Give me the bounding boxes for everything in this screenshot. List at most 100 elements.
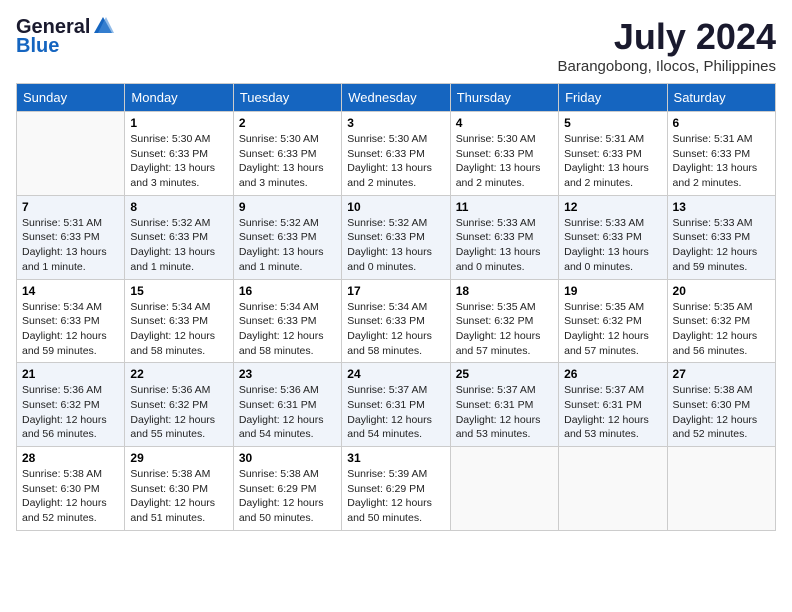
- calendar-cell: 19 Sunrise: 5:35 AM Sunset: 6:32 PM Dayli…: [559, 279, 667, 363]
- day-number: 23: [239, 367, 336, 381]
- calendar-cell: 27 Sunrise: 5:38 AM Sunset: 6:30 PM Dayli…: [667, 363, 775, 447]
- day-number: 6: [673, 116, 770, 130]
- day-number: 2: [239, 116, 336, 130]
- week-row-2: 7 Sunrise: 5:31 AM Sunset: 6:33 PM Daylig…: [17, 195, 776, 279]
- day-info: Sunrise: 5:36 AM Sunset: 6:32 PM Dayligh…: [130, 383, 227, 442]
- day-info: Sunrise: 5:38 AM Sunset: 6:30 PM Dayligh…: [673, 383, 770, 442]
- weekday-header-wednesday: Wednesday: [342, 84, 450, 112]
- day-info: Sunrise: 5:35 AM Sunset: 6:32 PM Dayligh…: [456, 300, 553, 359]
- day-info: Sunrise: 5:30 AM Sunset: 6:33 PM Dayligh…: [130, 132, 227, 191]
- calendar-cell: [17, 112, 125, 196]
- day-number: 14: [22, 284, 119, 298]
- week-row-4: 21 Sunrise: 5:36 AM Sunset: 6:32 PM Dayli…: [17, 363, 776, 447]
- location: Barangobong, Ilocos, Philippines: [558, 58, 776, 75]
- day-number: 30: [239, 451, 336, 465]
- calendar-cell: 22 Sunrise: 5:36 AM Sunset: 6:32 PM Dayli…: [125, 363, 233, 447]
- calendar-cell: 13Sunrise: 5:33 AM Sunset: 6:33 PM Dayli…: [667, 195, 775, 279]
- day-info: Sunrise: 5:32 AM Sunset: 6:33 PM Dayligh…: [347, 216, 444, 275]
- weekday-header-monday: Monday: [125, 84, 233, 112]
- calendar-cell: 23 Sunrise: 5:36 AM Sunset: 6:31 PM Dayli…: [233, 363, 341, 447]
- calendar-cell: 1 Sunrise: 5:30 AM Sunset: 6:33 PM Daylig…: [125, 112, 233, 196]
- day-number: 25: [456, 367, 553, 381]
- day-info: Sunrise: 5:38 AM Sunset: 6:30 PM Dayligh…: [130, 467, 227, 526]
- calendar-cell: 26 Sunrise: 5:37 AM Sunset: 6:31 PM Dayli…: [559, 363, 667, 447]
- calendar-cell: 7 Sunrise: 5:31 AM Sunset: 6:33 PM Daylig…: [17, 195, 125, 279]
- calendar-cell: 11 Sunrise: 5:33 AM Sunset: 6:33 PM Dayli…: [450, 195, 558, 279]
- calendar-cell: 29 Sunrise: 5:38 AM Sunset: 6:30 PM Dayli…: [125, 447, 233, 531]
- logo-icon: [92, 15, 114, 37]
- day-number: 17: [347, 284, 444, 298]
- day-number: 8: [130, 200, 227, 214]
- day-number: 7: [22, 200, 119, 214]
- weekday-header-tuesday: Tuesday: [233, 84, 341, 112]
- day-number: 1: [130, 116, 227, 130]
- weekday-header-saturday: Saturday: [667, 84, 775, 112]
- day-info: Sunrise: 5:38 AM Sunset: 6:29 PM Dayligh…: [239, 467, 336, 526]
- calendar-cell: 20Sunrise: 5:35 AM Sunset: 6:32 PM Dayli…: [667, 279, 775, 363]
- day-info: Sunrise: 5:33 AM Sunset: 6:33 PM Dayligh…: [564, 216, 661, 275]
- day-number: 15: [130, 284, 227, 298]
- day-number: 29: [130, 451, 227, 465]
- day-info: Sunrise: 5:31 AM Sunset: 6:33 PM Dayligh…: [22, 216, 119, 275]
- day-number: 18: [456, 284, 553, 298]
- calendar-cell: 16Sunrise: 5:34 AM Sunset: 6:33 PM Dayli…: [233, 279, 341, 363]
- day-info: Sunrise: 5:39 AM Sunset: 6:29 PM Dayligh…: [347, 467, 444, 526]
- calendar-cell: 17 Sunrise: 5:34 AM Sunset: 6:33 PM Dayli…: [342, 279, 450, 363]
- day-number: 12: [564, 200, 661, 214]
- calendar-cell: [559, 447, 667, 531]
- day-info: Sunrise: 5:36 AM Sunset: 6:31 PM Dayligh…: [239, 383, 336, 442]
- day-info: Sunrise: 5:32 AM Sunset: 6:33 PM Dayligh…: [239, 216, 336, 275]
- day-info: Sunrise: 5:38 AM Sunset: 6:30 PM Dayligh…: [22, 467, 119, 526]
- calendar-cell: 8Sunrise: 5:32 AM Sunset: 6:33 PM Daylig…: [125, 195, 233, 279]
- day-number: 24: [347, 367, 444, 381]
- calendar-table: SundayMondayTuesdayWednesdayThursdayFrid…: [16, 83, 776, 531]
- calendar-cell: 15Sunrise: 5:34 AM Sunset: 6:33 PM Dayli…: [125, 279, 233, 363]
- day-number: 11: [456, 200, 553, 214]
- page-header: General Blue July 2024 Barangobong, Iloc…: [16, 16, 776, 75]
- day-info: Sunrise: 5:34 AM Sunset: 6:33 PM Dayligh…: [22, 300, 119, 359]
- calendar-cell: 25 Sunrise: 5:37 AM Sunset: 6:31 PM Dayli…: [450, 363, 558, 447]
- calendar-cell: [667, 447, 775, 531]
- calendar-cell: 9Sunrise: 5:32 AM Sunset: 6:33 PM Daylig…: [233, 195, 341, 279]
- day-number: 21: [22, 367, 119, 381]
- week-row-1: 1 Sunrise: 5:30 AM Sunset: 6:33 PM Daylig…: [17, 112, 776, 196]
- day-number: 10: [347, 200, 444, 214]
- calendar-cell: 24 Sunrise: 5:37 AM Sunset: 6:31 PM Dayli…: [342, 363, 450, 447]
- calendar-cell: 30 Sunrise: 5:38 AM Sunset: 6:29 PM Dayli…: [233, 447, 341, 531]
- calendar-cell: [450, 447, 558, 531]
- calendar-cell: 5Sunrise: 5:31 AM Sunset: 6:33 PM Daylig…: [559, 112, 667, 196]
- weekday-header-friday: Friday: [559, 84, 667, 112]
- day-info: Sunrise: 5:30 AM Sunset: 6:33 PM Dayligh…: [456, 132, 553, 191]
- logo-blue-text: Blue: [16, 35, 59, 58]
- day-number: 27: [673, 367, 770, 381]
- title-area: July 2024 Barangobong, Ilocos, Philippin…: [558, 16, 776, 75]
- week-row-5: 28Sunrise: 5:38 AM Sunset: 6:30 PM Dayli…: [17, 447, 776, 531]
- month-title: July 2024: [558, 16, 776, 58]
- calendar-cell: 2Sunrise: 5:30 AM Sunset: 6:33 PM Daylig…: [233, 112, 341, 196]
- day-info: Sunrise: 5:37 AM Sunset: 6:31 PM Dayligh…: [347, 383, 444, 442]
- logo: General Blue: [16, 16, 114, 58]
- day-info: Sunrise: 5:35 AM Sunset: 6:32 PM Dayligh…: [564, 300, 661, 359]
- day-number: 22: [130, 367, 227, 381]
- day-info: Sunrise: 5:31 AM Sunset: 6:33 PM Dayligh…: [673, 132, 770, 191]
- calendar-cell: 31 Sunrise: 5:39 AM Sunset: 6:29 PM Dayli…: [342, 447, 450, 531]
- weekday-header-row: SundayMondayTuesdayWednesdayThursdayFrid…: [17, 84, 776, 112]
- calendar-cell: 3 Sunrise: 5:30 AM Sunset: 6:33 PM Daylig…: [342, 112, 450, 196]
- calendar-cell: 4 Sunrise: 5:30 AM Sunset: 6:33 PM Daylig…: [450, 112, 558, 196]
- calendar-cell: 28Sunrise: 5:38 AM Sunset: 6:30 PM Dayli…: [17, 447, 125, 531]
- day-number: 3: [347, 116, 444, 130]
- day-info: Sunrise: 5:37 AM Sunset: 6:31 PM Dayligh…: [564, 383, 661, 442]
- day-info: Sunrise: 5:35 AM Sunset: 6:32 PM Dayligh…: [673, 300, 770, 359]
- day-info: Sunrise: 5:30 AM Sunset: 6:33 PM Dayligh…: [347, 132, 444, 191]
- day-number: 31: [347, 451, 444, 465]
- day-info: Sunrise: 5:34 AM Sunset: 6:33 PM Dayligh…: [347, 300, 444, 359]
- calendar-cell: 12 Sunrise: 5:33 AM Sunset: 6:33 PM Dayli…: [559, 195, 667, 279]
- day-info: Sunrise: 5:34 AM Sunset: 6:33 PM Dayligh…: [239, 300, 336, 359]
- day-number: 19: [564, 284, 661, 298]
- day-info: Sunrise: 5:37 AM Sunset: 6:31 PM Dayligh…: [456, 383, 553, 442]
- day-number: 26: [564, 367, 661, 381]
- calendar-cell: 21Sunrise: 5:36 AM Sunset: 6:32 PM Dayli…: [17, 363, 125, 447]
- day-number: 5: [564, 116, 661, 130]
- day-info: Sunrise: 5:33 AM Sunset: 6:33 PM Dayligh…: [456, 216, 553, 275]
- day-number: 4: [456, 116, 553, 130]
